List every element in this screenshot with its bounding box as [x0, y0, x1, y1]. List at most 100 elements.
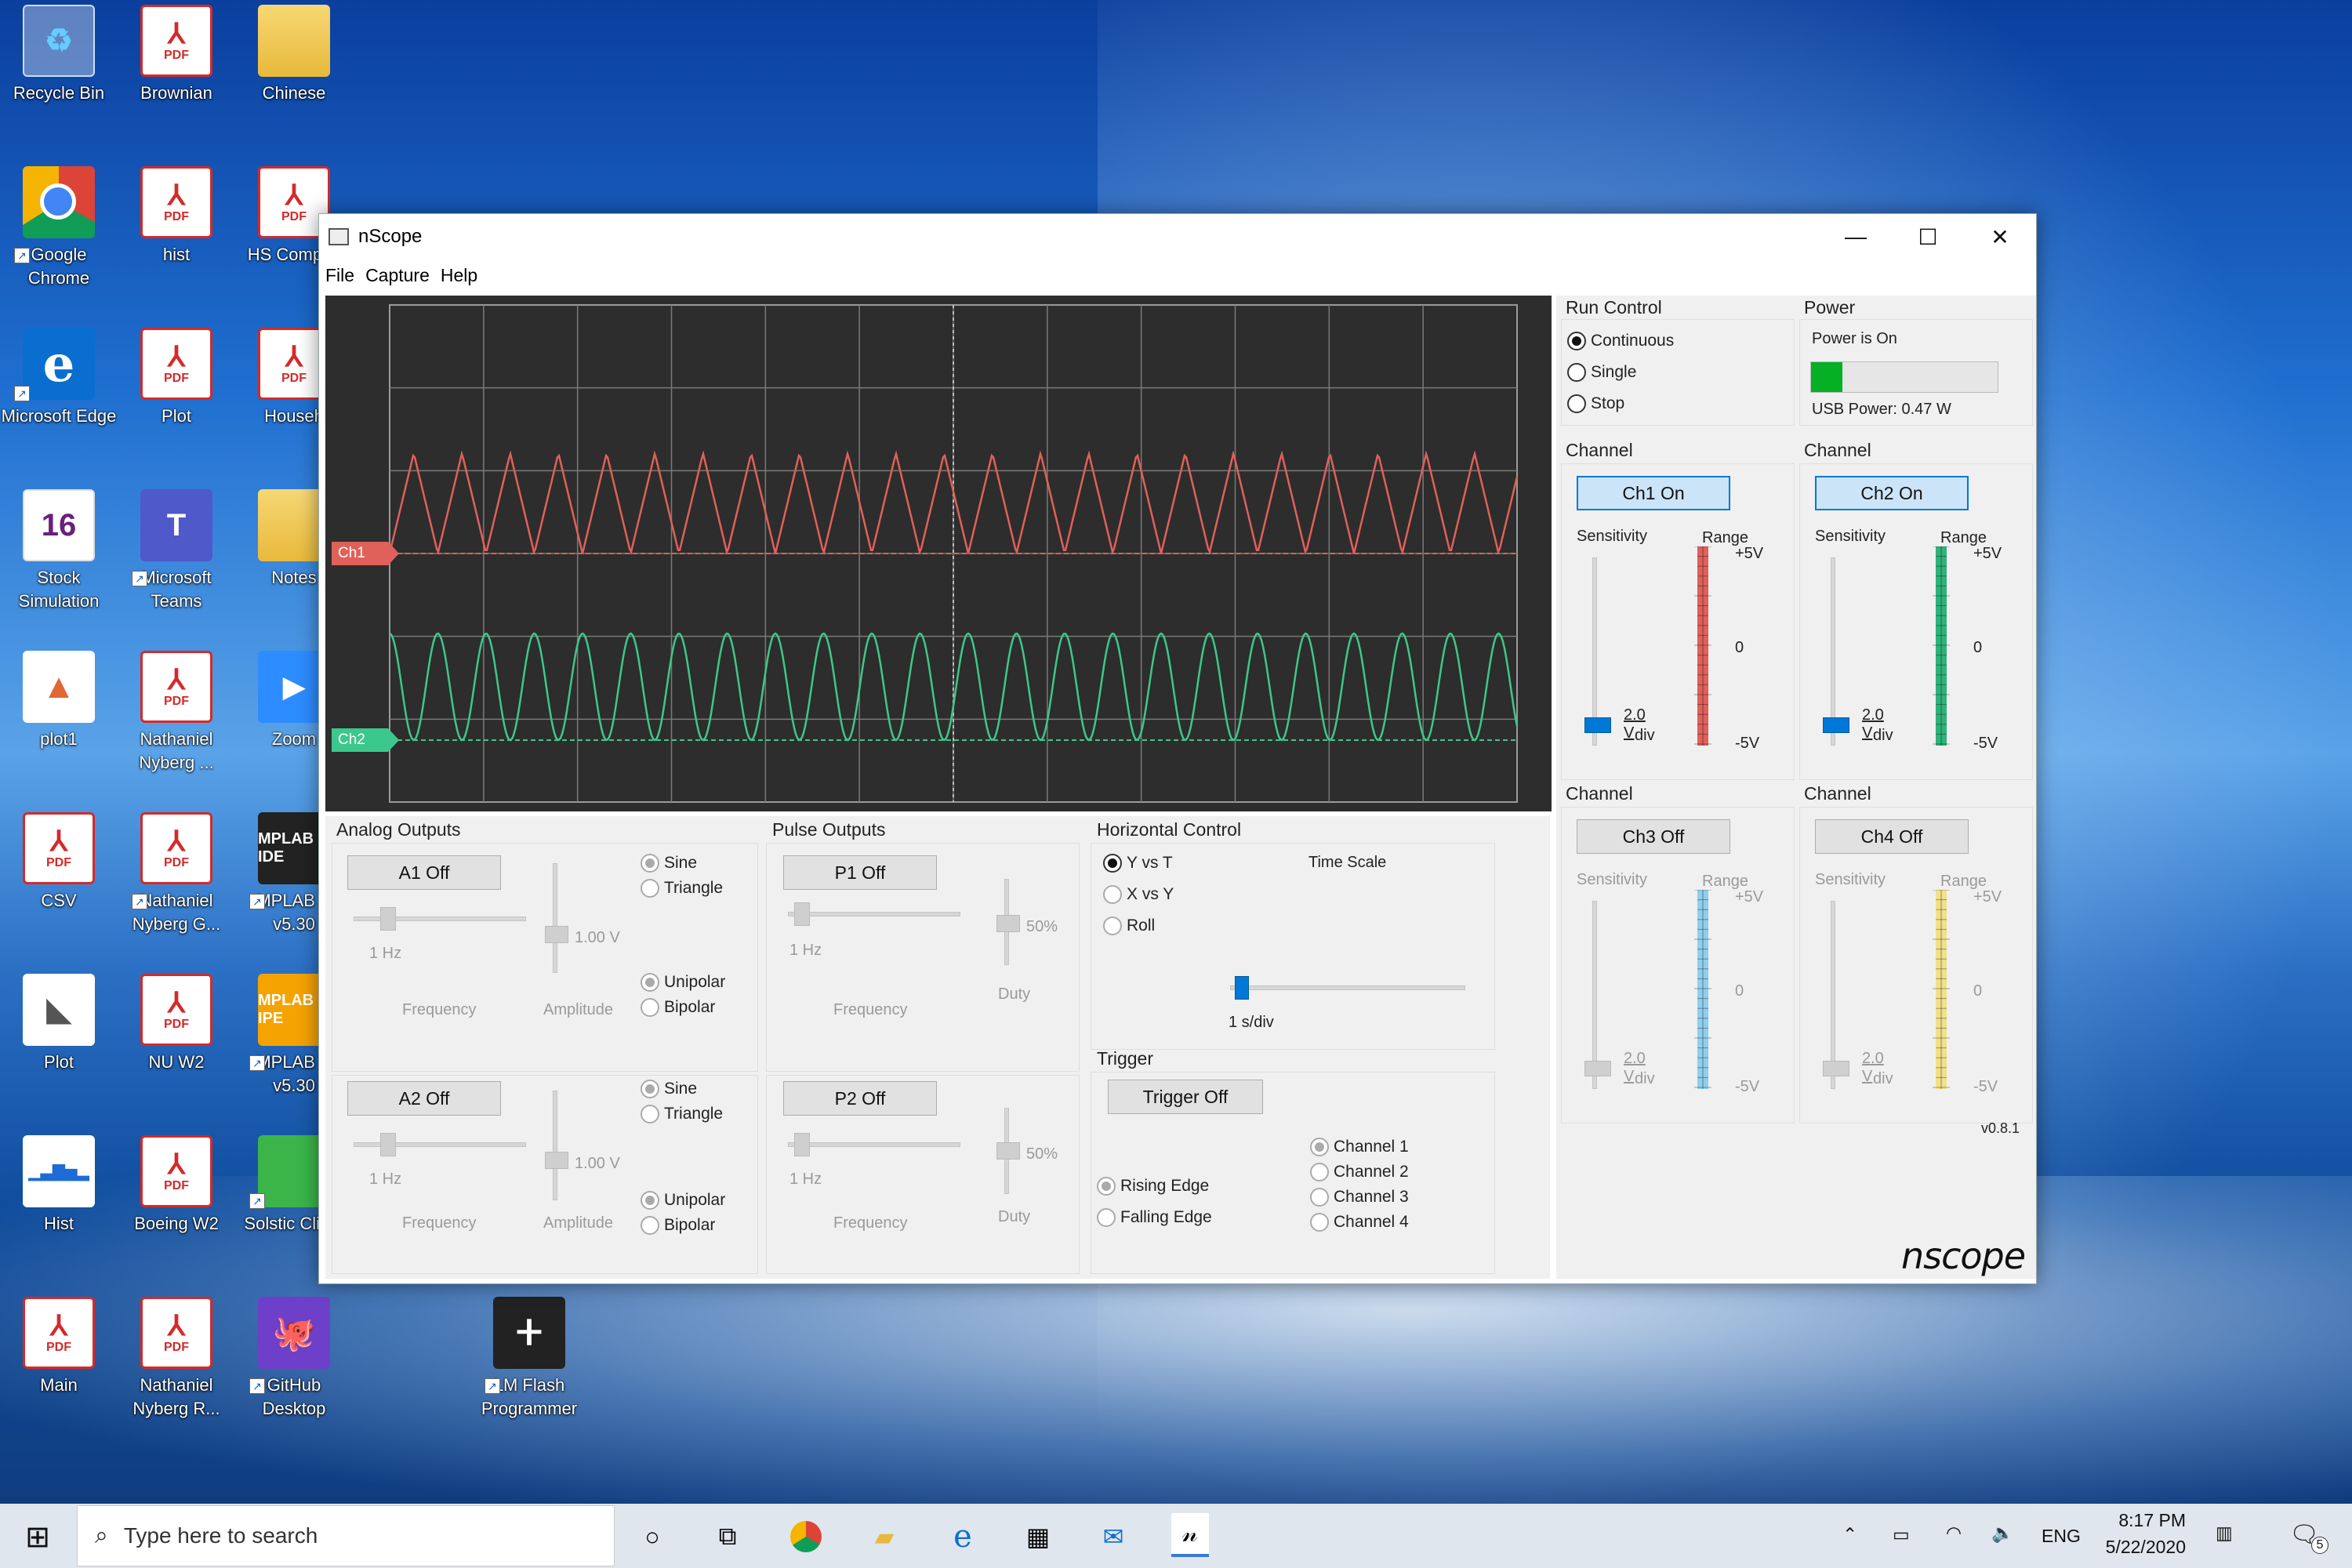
trigger-channel1-radio[interactable]: Channel 1 [1310, 1138, 1409, 1156]
maximize-button[interactable]: ☐ [1892, 214, 1964, 260]
desktop-icon[interactable]: ♻ Recycle Bin [0, 5, 118, 105]
a2-toggle-button[interactable]: A2 Off [347, 1081, 501, 1116]
rising-edge-radio[interactable]: Rising Edge [1097, 1177, 1209, 1196]
language-indicator[interactable]: ENG [2042, 1526, 2081, 1547]
a1-triangle-radio[interactable]: Triangle [641, 879, 723, 898]
wifi-icon[interactable]: ◠ [1946, 1523, 1962, 1544]
clock-time[interactable]: 8:17 PM [2107, 1510, 2186, 1531]
chrome-taskbar-icon[interactable] [787, 1518, 825, 1555]
time-scale-slider[interactable] [1230, 985, 1465, 990]
desktop-icon[interactable]: ⅄ PDF hist [118, 166, 235, 267]
p1-frequency-slider[interactable] [788, 912, 960, 916]
desktop-icon[interactable]: Chinese [235, 5, 353, 105]
a1-amplitude-thumb[interactable] [545, 926, 568, 943]
channel-3-sensitivity-thumb[interactable] [1584, 1061, 1611, 1076]
desktop-icon[interactable]: ⅄ PDF Brownian [118, 5, 235, 105]
a2-sine-radio[interactable]: Sine [641, 1080, 697, 1098]
a2-frequency-slider[interactable] [354, 1142, 526, 1147]
channel-2-range-bar[interactable] [1933, 546, 1950, 746]
ch1-marker[interactable]: Ch1 [332, 542, 399, 565]
clock-date[interactable]: 5/22/2020 [2098, 1537, 2186, 1558]
channel-1-sensitivity-thumb[interactable] [1584, 717, 1611, 733]
mode-xvsy-radio[interactable]: X vs Y [1103, 885, 1174, 904]
cortana-icon[interactable]: ○ [633, 1518, 671, 1555]
desktop-icon[interactable]: 16 Stock Simulation [0, 489, 118, 613]
desktop-icon[interactable]: ⅄ PDF Plot [118, 328, 235, 428]
channel-3-range-bar[interactable] [1694, 889, 1711, 1089]
desktop-icon[interactable]: ⅄ PDF ↗ Nathaniel Nyberg G... [118, 812, 235, 936]
run-stop-radio[interactable]: Stop [1567, 394, 1624, 413]
nscope-taskbar-icon[interactable]: 𝓃 [1171, 1513, 1209, 1557]
p1-toggle-button[interactable]: P1 Off [783, 855, 937, 890]
desktop-icon[interactable]: ⵜ ↗ LM Flash Programmer [470, 1297, 588, 1421]
a1-frequency-thumb[interactable] [380, 907, 396, 931]
channel-2-sensitivity-thumb[interactable] [1823, 717, 1849, 733]
ch2-marker[interactable]: Ch2 [332, 728, 399, 752]
a1-toggle-button[interactable]: A1 Off [347, 855, 501, 890]
trigger-toggle-button[interactable]: Trigger Off [1108, 1080, 1263, 1114]
store-icon[interactable]: ▦ [1019, 1518, 1057, 1555]
title-bar[interactable]: nScope — ☐ ✕ [319, 214, 2036, 260]
a1-sine-radio[interactable]: Sine [641, 854, 697, 873]
menu-file[interactable]: File [325, 265, 354, 286]
time-scale-thumb[interactable] [1235, 976, 1249, 1000]
p2-frequency-slider[interactable] [788, 1142, 960, 1147]
mode-roll-radio[interactable]: Roll [1103, 916, 1155, 935]
start-button[interactable]: ⊞ [19, 1518, 56, 1555]
scope-display[interactable]: Ch1 Ch2 [325, 296, 1552, 811]
menu-capture[interactable]: Capture [365, 265, 430, 286]
file-explorer-icon[interactable]: ▰ [866, 1518, 903, 1555]
a1-frequency-slider[interactable] [354, 916, 526, 921]
run-continuous-radio[interactable]: Continuous [1567, 332, 1674, 350]
a2-amplitude-slider[interactable] [553, 1091, 557, 1200]
desktop-icon[interactable]: ◣ Plot [0, 974, 118, 1074]
a2-amplitude-thumb[interactable] [545, 1152, 568, 1169]
p2-duty-thumb[interactable] [996, 1142, 1020, 1160]
desktop-icon[interactable]: ▁▃▇▅▂ Hist [0, 1135, 118, 1236]
p2-frequency-thumb[interactable] [794, 1133, 810, 1156]
menu-help[interactable]: Help [441, 265, 477, 286]
channel-1-range-bar[interactable] [1694, 546, 1711, 746]
desktop-icon[interactable]: ↗ Google Chrome [0, 166, 118, 290]
channel-2-toggle-button[interactable]: Ch2 On [1815, 476, 1969, 510]
desktop-icon[interactable]: ▲ plot1 [0, 651, 118, 751]
p1-frequency-thumb[interactable] [794, 902, 810, 926]
channel-4-toggle-button[interactable]: Ch4 Off [1815, 819, 1969, 854]
a1-amplitude-slider[interactable] [553, 863, 557, 973]
trigger-channel4-radio[interactable]: Channel 4 [1310, 1213, 1409, 1232]
desktop-icon[interactable]: ⅄ PDF NU W2 [118, 974, 235, 1074]
task-view-icon[interactable]: ⧉ [709, 1518, 746, 1555]
desktop-icon[interactable]: 🐙 ↗ GitHub Desktop [235, 1297, 353, 1421]
battery-icon[interactable]: ▭ [1893, 1524, 1910, 1545]
trigger-channel3-radio[interactable]: Channel 3 [1310, 1188, 1409, 1207]
volume-icon[interactable]: 🔈 [1991, 1523, 2014, 1544]
a2-frequency-thumb[interactable] [380, 1133, 396, 1156]
a2-unipolar-radio[interactable]: Unipolar [641, 1191, 725, 1210]
falling-edge-radio[interactable]: Falling Edge [1097, 1208, 1212, 1227]
edge-taskbar-icon[interactable]: e [944, 1518, 982, 1555]
channel-4-sensitivity-thumb[interactable] [1823, 1061, 1849, 1076]
mail-icon[interactable]: ✉ [1094, 1518, 1132, 1555]
show-hidden-icons[interactable]: ⌃ [1842, 1524, 1857, 1545]
desktop-icon[interactable]: ⅄ PDF Nathaniel Nyberg R... [118, 1297, 235, 1421]
p2-toggle-button[interactable]: P2 Off [783, 1081, 937, 1116]
a2-bipolar-radio[interactable]: Bipolar [641, 1216, 715, 1235]
desktop-icon[interactable]: ⅄ PDF CSV [0, 812, 118, 913]
desktop-icon[interactable]: ⅄ PDF Nathaniel Nyberg ... [118, 651, 235, 775]
mode-yvst-radio[interactable]: Y vs T [1103, 854, 1173, 873]
desktop-icon[interactable]: ⅄ PDF Main [0, 1297, 118, 1397]
a2-triangle-radio[interactable]: Triangle [641, 1105, 723, 1123]
channel-3-toggle-button[interactable]: Ch3 Off [1577, 819, 1730, 854]
minimize-button[interactable]: — [1820, 214, 1892, 260]
a1-unipolar-radio[interactable]: Unipolar [641, 973, 725, 992]
run-single-radio[interactable]: Single [1567, 363, 1636, 382]
channel-1-toggle-button[interactable]: Ch1 On [1577, 476, 1730, 510]
taskbar-search[interactable]: ⌕ Type here to search [77, 1505, 615, 1566]
desktop-icon[interactable]: T ↗ Microsoft Teams [118, 489, 235, 613]
a1-bipolar-radio[interactable]: Bipolar [641, 998, 715, 1017]
desktop-icon[interactable]: ⅄ PDF Boeing W2 [118, 1135, 235, 1236]
close-button[interactable]: ✕ [1964, 214, 2036, 260]
channel-4-range-bar[interactable] [1933, 889, 1950, 1089]
p1-duty-thumb[interactable] [996, 915, 1020, 932]
meet-now-icon[interactable]: ▥ [2216, 1523, 2233, 1544]
